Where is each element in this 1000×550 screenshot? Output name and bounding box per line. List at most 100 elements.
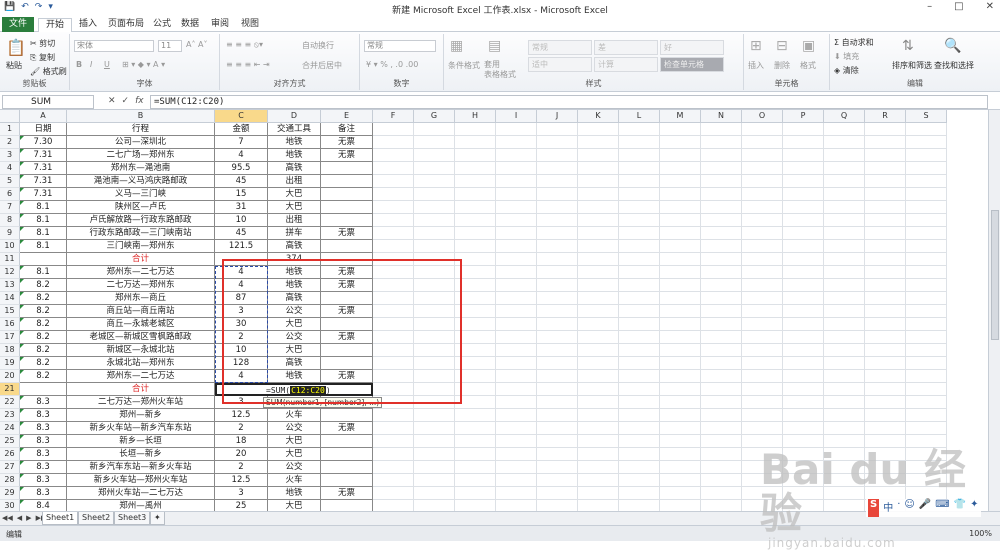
cell[interactable]: [373, 422, 414, 435]
cell[interactable]: [660, 370, 701, 383]
cell[interactable]: [742, 383, 783, 396]
cell[interactable]: [742, 396, 783, 409]
cell[interactable]: [906, 370, 947, 383]
cell[interactable]: [321, 409, 373, 422]
cell[interactable]: [742, 409, 783, 422]
cell[interactable]: [660, 162, 701, 175]
cell[interactable]: 郑州火车站—二七万达: [67, 487, 215, 500]
cell[interactable]: [906, 344, 947, 357]
cell[interactable]: 18: [215, 435, 268, 448]
cell[interactable]: 121.5: [215, 240, 268, 253]
cell[interactable]: [701, 500, 742, 511]
cell[interactable]: 大巴: [268, 500, 321, 511]
cell[interactable]: [537, 123, 578, 136]
cell[interactable]: [578, 435, 619, 448]
cell[interactable]: 新乡—长垣: [67, 435, 215, 448]
cell[interactable]: 日期: [20, 123, 67, 136]
cell[interactable]: 交通工具: [268, 123, 321, 136]
cell[interactable]: [824, 175, 865, 188]
cell[interactable]: [496, 123, 537, 136]
row-header[interactable]: 17: [0, 331, 20, 344]
cell[interactable]: 8.2: [20, 318, 67, 331]
cell[interactable]: [414, 487, 455, 500]
cell[interactable]: [496, 266, 537, 279]
cell[interactable]: [906, 409, 947, 422]
column-header[interactable]: H: [455, 110, 496, 123]
cell[interactable]: [701, 136, 742, 149]
cell[interactable]: [414, 201, 455, 214]
cell[interactable]: 8.3: [20, 422, 67, 435]
cell[interactable]: [742, 253, 783, 266]
row-header[interactable]: 23: [0, 409, 20, 422]
cell[interactable]: [783, 149, 824, 162]
cell[interactable]: 8.2: [20, 344, 67, 357]
cell[interactable]: [865, 123, 906, 136]
new-sheet-icon[interactable]: ✦: [150, 512, 165, 525]
column-header[interactable]: A: [20, 110, 67, 123]
cell[interactable]: [578, 409, 619, 422]
cell[interactable]: [619, 188, 660, 201]
cell[interactable]: [578, 448, 619, 461]
tab-data[interactable]: 数据: [178, 18, 202, 32]
cell[interactable]: [865, 292, 906, 305]
cell[interactable]: 8.4: [20, 500, 67, 511]
cell[interactable]: [537, 253, 578, 266]
cell[interactable]: [321, 474, 373, 487]
row-header[interactable]: 7: [0, 201, 20, 214]
cell[interactable]: [660, 188, 701, 201]
cell[interactable]: 8.2: [20, 305, 67, 318]
cell[interactable]: [537, 500, 578, 511]
insert-function-button[interactable]: fx: [135, 96, 144, 106]
cell[interactable]: 12.5: [215, 474, 268, 487]
sort-filter-button[interactable]: 排序和筛选: [892, 60, 932, 71]
cell[interactable]: [537, 422, 578, 435]
cell[interactable]: [660, 383, 701, 396]
cell[interactable]: [701, 240, 742, 253]
cell[interactable]: [496, 188, 537, 201]
cell[interactable]: [619, 448, 660, 461]
cell[interactable]: [701, 279, 742, 292]
ime-toolbar[interactable]: S 中 · ☺ 🎤 ⌨ 👕 ✦: [866, 499, 981, 517]
cell[interactable]: [619, 149, 660, 162]
row-header[interactable]: 20: [0, 370, 20, 383]
cell[interactable]: [783, 240, 824, 253]
cell[interactable]: [824, 344, 865, 357]
cell[interactable]: [373, 500, 414, 511]
format-cells-button[interactable]: 格式: [800, 60, 816, 71]
cell[interactable]: [496, 448, 537, 461]
cell[interactable]: [537, 383, 578, 396]
cell[interactable]: [742, 305, 783, 318]
cell[interactable]: [619, 422, 660, 435]
underline-button[interactable]: U: [104, 60, 110, 69]
cell[interactable]: [701, 227, 742, 240]
cell[interactable]: [619, 409, 660, 422]
cell[interactable]: [742, 240, 783, 253]
row-header[interactable]: 30: [0, 500, 20, 511]
tab-view[interactable]: 视图: [238, 18, 262, 32]
cell[interactable]: [865, 162, 906, 175]
cell[interactable]: 15: [215, 188, 268, 201]
cell[interactable]: [373, 214, 414, 227]
cell[interactable]: [578, 188, 619, 201]
cell[interactable]: 2: [215, 422, 268, 435]
cell[interactable]: [865, 409, 906, 422]
cell[interactable]: [619, 331, 660, 344]
cell[interactable]: [321, 162, 373, 175]
column-header[interactable]: L: [619, 110, 660, 123]
row-header[interactable]: 1: [0, 123, 20, 136]
row-header[interactable]: 16: [0, 318, 20, 331]
cell[interactable]: [660, 136, 701, 149]
cell[interactable]: [701, 201, 742, 214]
merge-center-button[interactable]: 合并后居中: [302, 60, 342, 71]
cell[interactable]: [373, 149, 414, 162]
cell[interactable]: 20: [215, 448, 268, 461]
cell[interactable]: [701, 383, 742, 396]
cell[interactable]: [783, 253, 824, 266]
cell[interactable]: [660, 500, 701, 511]
cell[interactable]: [496, 136, 537, 149]
row-header[interactable]: 26: [0, 448, 20, 461]
cell[interactable]: [865, 396, 906, 409]
cell[interactable]: [414, 136, 455, 149]
cell[interactable]: [824, 318, 865, 331]
cell[interactable]: [824, 305, 865, 318]
